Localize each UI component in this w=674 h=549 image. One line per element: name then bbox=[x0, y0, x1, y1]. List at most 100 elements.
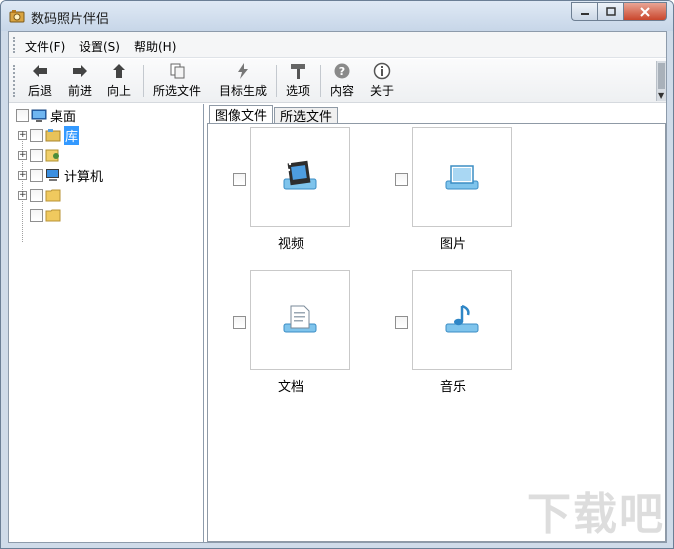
music-icon bbox=[445, 304, 479, 333]
tree-checkbox[interactable] bbox=[30, 168, 43, 182]
up-label: 向上 bbox=[106, 84, 131, 98]
forward-button[interactable]: 前进 bbox=[65, 62, 95, 100]
menu-grip[interactable] bbox=[13, 37, 15, 53]
content-area: 图像文件 所选文件 视频 图片 文档 音乐 bbox=[207, 104, 666, 542]
toolbar-separator bbox=[143, 65, 144, 97]
menu-file[interactable]: 文件(F) bbox=[25, 38, 65, 55]
category-video[interactable]: 视频 bbox=[233, 127, 403, 257]
about-button[interactable]: 关于 bbox=[367, 62, 397, 100]
library-icon bbox=[45, 129, 61, 142]
maximize-button[interactable] bbox=[597, 2, 623, 21]
category-checkbox[interactable] bbox=[233, 173, 246, 186]
folder-icon bbox=[45, 189, 61, 202]
help-icon: ? bbox=[334, 63, 350, 79]
tree-label: 计算机 bbox=[64, 169, 104, 185]
document-icon bbox=[283, 305, 317, 333]
picture-icon bbox=[445, 165, 479, 190]
video-film-icon bbox=[283, 160, 317, 190]
tree-item-folder[interactable]: + bbox=[18, 186, 64, 204]
minimize-icon bbox=[580, 12, 589, 15]
window-controls bbox=[571, 2, 667, 21]
user-folder-icon bbox=[45, 149, 59, 162]
category-checkbox[interactable] bbox=[233, 316, 246, 329]
tree-checkbox[interactable] bbox=[30, 208, 43, 222]
toolbar-grip[interactable] bbox=[13, 65, 15, 97]
up-button[interactable]: 向上 bbox=[104, 62, 134, 100]
expand-toggle[interactable]: + bbox=[18, 170, 27, 180]
svg-text:?: ? bbox=[339, 65, 345, 78]
window-title: 数码照片伴侣 bbox=[31, 12, 110, 27]
category-thumbnail[interactable] bbox=[412, 127, 512, 227]
tree-checkbox[interactable] bbox=[30, 188, 43, 202]
options-button[interactable]: 选项 bbox=[283, 62, 313, 100]
tree-item-folder[interactable] bbox=[30, 206, 64, 224]
close-button[interactable] bbox=[623, 2, 667, 21]
app-logo-icon bbox=[9, 10, 25, 23]
tree-item-library[interactable]: + 库 bbox=[18, 125, 80, 145]
tree-item-user[interactable]: + bbox=[18, 146, 64, 164]
toolbar-scroll-thumb[interactable] bbox=[658, 63, 665, 89]
toolbar-scrollbar[interactable]: ▼ bbox=[656, 61, 666, 101]
selected-files-button[interactable]: 所选文件 bbox=[150, 62, 204, 100]
toolbar: 后退 前进 向上 所选文件 目标生成 选项 ? 内容 关于 ▼ bbox=[9, 59, 666, 103]
tree-checkbox[interactable] bbox=[30, 148, 43, 162]
title-bar: 数码照片伴侣 bbox=[1, 1, 673, 31]
category-label: 视频 bbox=[278, 237, 305, 252]
lightning-icon bbox=[238, 63, 248, 79]
options-label: 选项 bbox=[285, 84, 310, 98]
menu-bar: 文件(F) 设置(S) 帮助(H) bbox=[9, 32, 666, 58]
target-generate-button[interactable]: 目标生成 bbox=[216, 62, 270, 100]
menu-settings[interactable]: 设置(S) bbox=[79, 38, 120, 55]
copy-files-icon bbox=[170, 63, 185, 79]
category-music[interactable]: 音乐 bbox=[395, 270, 565, 400]
tree-root-desktop[interactable]: 桌面 bbox=[16, 106, 77, 125]
tab-image-files[interactable]: 图像文件 bbox=[209, 105, 274, 124]
forward-label: 前进 bbox=[67, 84, 92, 98]
app-window: 数码照片伴侣 文件(F) 设置(S) 帮助(H) 后退 前进 向上 所选文件 目… bbox=[0, 0, 674, 549]
category-label: 文档 bbox=[278, 380, 305, 395]
category-thumbnail[interactable] bbox=[250, 127, 350, 227]
category-thumbnail[interactable] bbox=[250, 270, 350, 370]
category-pictures[interactable]: 图片 bbox=[395, 127, 565, 257]
folder-icon bbox=[45, 209, 61, 222]
toolbar-separator bbox=[320, 65, 321, 97]
client-area: 文件(F) 设置(S) 帮助(H) 后退 前进 向上 所选文件 目标生成 选项 … bbox=[8, 31, 667, 543]
expand-toggle[interactable]: + bbox=[18, 130, 27, 140]
chevron-down-icon[interactable]: ▼ bbox=[658, 91, 664, 100]
arrow-right-icon bbox=[73, 65, 87, 77]
hammer-icon bbox=[291, 64, 305, 79]
tab-selected-files[interactable]: 所选文件 bbox=[274, 107, 339, 125]
arrow-left-icon bbox=[33, 65, 47, 77]
arrow-up-icon bbox=[113, 64, 125, 78]
category-checkbox[interactable] bbox=[395, 316, 408, 329]
category-documents[interactable]: 文档 bbox=[233, 270, 403, 400]
expand-toggle[interactable]: + bbox=[18, 150, 27, 160]
minimize-button[interactable] bbox=[571, 2, 597, 21]
computer-icon bbox=[46, 169, 59, 181]
watermark-logo: 下载吧 bbox=[527, 489, 665, 540]
desktop-icon bbox=[31, 109, 47, 122]
maximize-icon bbox=[605, 7, 616, 16]
tree-item-computer[interactable]: + 计算机 bbox=[18, 166, 104, 185]
category-label: 音乐 bbox=[440, 380, 467, 395]
tab-strip: 图像文件 所选文件 bbox=[207, 104, 666, 125]
category-label: 图片 bbox=[440, 237, 467, 252]
close-icon bbox=[640, 6, 650, 17]
contents-button[interactable]: ? 内容 bbox=[327, 62, 357, 100]
selected-files-label: 所选文件 bbox=[152, 84, 201, 98]
toolbar-separator bbox=[276, 65, 277, 97]
expand-toggle[interactable]: + bbox=[18, 190, 27, 200]
contents-label: 内容 bbox=[329, 84, 354, 98]
menu-help[interactable]: 帮助(H) bbox=[134, 38, 176, 55]
back-button[interactable]: 后退 bbox=[25, 62, 55, 100]
category-thumbnail[interactable] bbox=[412, 270, 512, 370]
category-checkbox[interactable] bbox=[395, 173, 408, 186]
target-generate-label: 目标生成 bbox=[218, 84, 267, 98]
tree-checkbox[interactable] bbox=[30, 128, 43, 142]
tree-checkbox[interactable] bbox=[16, 108, 29, 122]
tree-label: 库 bbox=[64, 125, 80, 145]
info-icon bbox=[373, 62, 391, 80]
folder-tree: 桌面 + 库 + + 计算机 + bbox=[9, 104, 204, 542]
tree-label: 桌面 bbox=[50, 109, 77, 125]
back-label: 后退 bbox=[27, 84, 52, 98]
